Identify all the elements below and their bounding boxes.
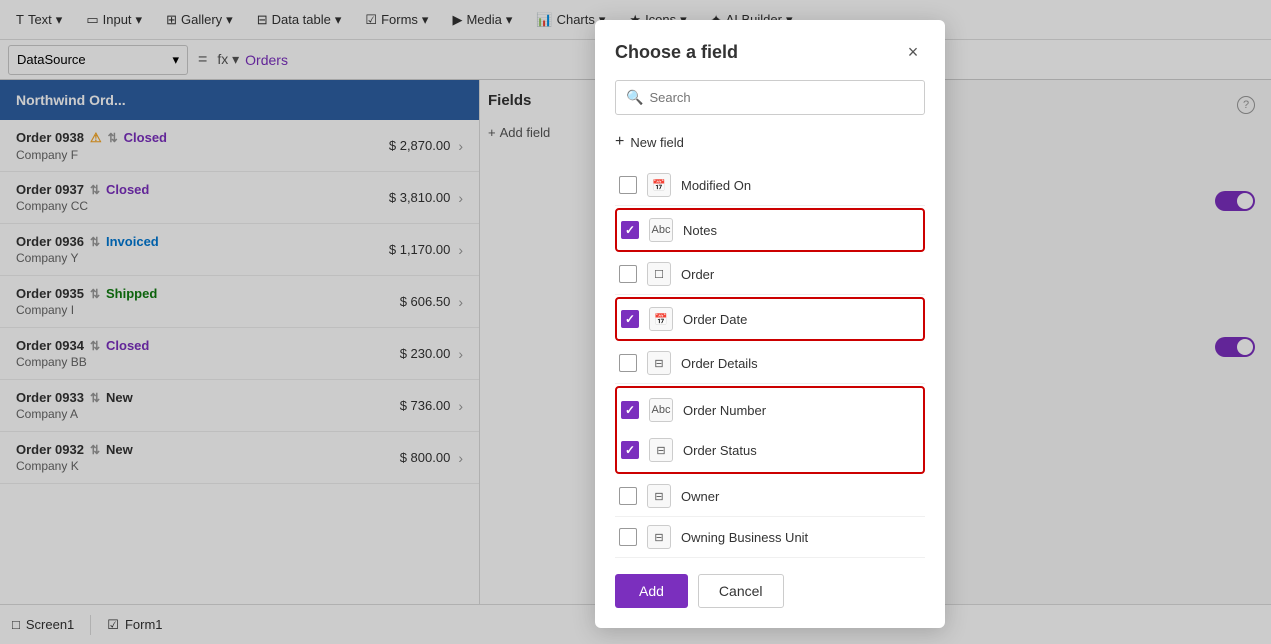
field-list: 📅 Modified On Abc Notes ☐ Order 📅 Order … [615, 165, 925, 558]
field-checkbox[interactable] [619, 176, 637, 194]
field-checkbox[interactable] [621, 401, 639, 419]
modal-overlay: Choose a field × 🔍 + New field 📅 Modifie… [0, 0, 1271, 644]
modal-header: Choose a field × [615, 40, 925, 64]
field-type-icon: 📅 [647, 173, 671, 197]
field-list-item[interactable]: 📅 Order Date [615, 297, 925, 341]
field-checkbox[interactable] [621, 310, 639, 328]
field-type-icon: ☐ [647, 262, 671, 286]
search-input[interactable] [649, 90, 914, 105]
cancel-button[interactable]: Cancel [698, 574, 784, 608]
field-type-icon: 📅 [649, 307, 673, 331]
new-field-button[interactable]: + New field [615, 127, 925, 157]
field-list-item[interactable]: ⊟ Owning Business Unit [615, 517, 925, 558]
field-checkbox[interactable] [621, 221, 639, 239]
field-label: Order Details [681, 356, 758, 371]
field-label: Modified On [681, 178, 751, 193]
field-list-item[interactable]: ⊟ Owner [615, 476, 925, 517]
field-list-item[interactable]: ⊟ Order Status [617, 430, 923, 470]
field-list-item[interactable]: ☐ Order [615, 254, 925, 295]
field-label: Order Date [683, 312, 747, 327]
field-checkbox[interactable] [619, 265, 637, 283]
modal-footer: Add Cancel [615, 574, 925, 608]
field-type-icon: ⊟ [647, 351, 671, 375]
modal-title: Choose a field [615, 42, 738, 63]
field-list-item[interactable]: Abc Order Number [617, 390, 923, 430]
plus-icon: + [615, 133, 624, 151]
field-label: Order [681, 267, 714, 282]
field-type-icon: ⊟ [649, 438, 673, 462]
field-label: Order Number [683, 403, 766, 418]
field-list-item[interactable]: ⊟ Order Details [615, 343, 925, 384]
field-checkbox[interactable] [619, 354, 637, 372]
field-type-icon: ⊟ [647, 484, 671, 508]
field-checkbox[interactable] [621, 441, 639, 459]
field-checkbox[interactable] [619, 528, 637, 546]
search-box: 🔍 [615, 80, 925, 115]
modal-close-button[interactable]: × [901, 40, 925, 64]
field-type-icon: ⊟ [647, 525, 671, 549]
search-icon: 🔍 [626, 89, 643, 106]
field-list-item[interactable]: Abc Notes [615, 208, 925, 252]
field-type-icon: Abc [649, 218, 673, 242]
field-label: Owning Business Unit [681, 530, 808, 545]
field-type-icon: Abc [649, 398, 673, 422]
field-checkbox[interactable] [619, 487, 637, 505]
field-label: Notes [683, 223, 717, 238]
field-label: Order Status [683, 443, 757, 458]
field-label: Owner [681, 489, 719, 504]
field-list-item[interactable]: 📅 Modified On [615, 165, 925, 206]
add-button[interactable]: Add [615, 574, 688, 608]
choose-field-modal: Choose a field × 🔍 + New field 📅 Modifie… [595, 20, 945, 628]
